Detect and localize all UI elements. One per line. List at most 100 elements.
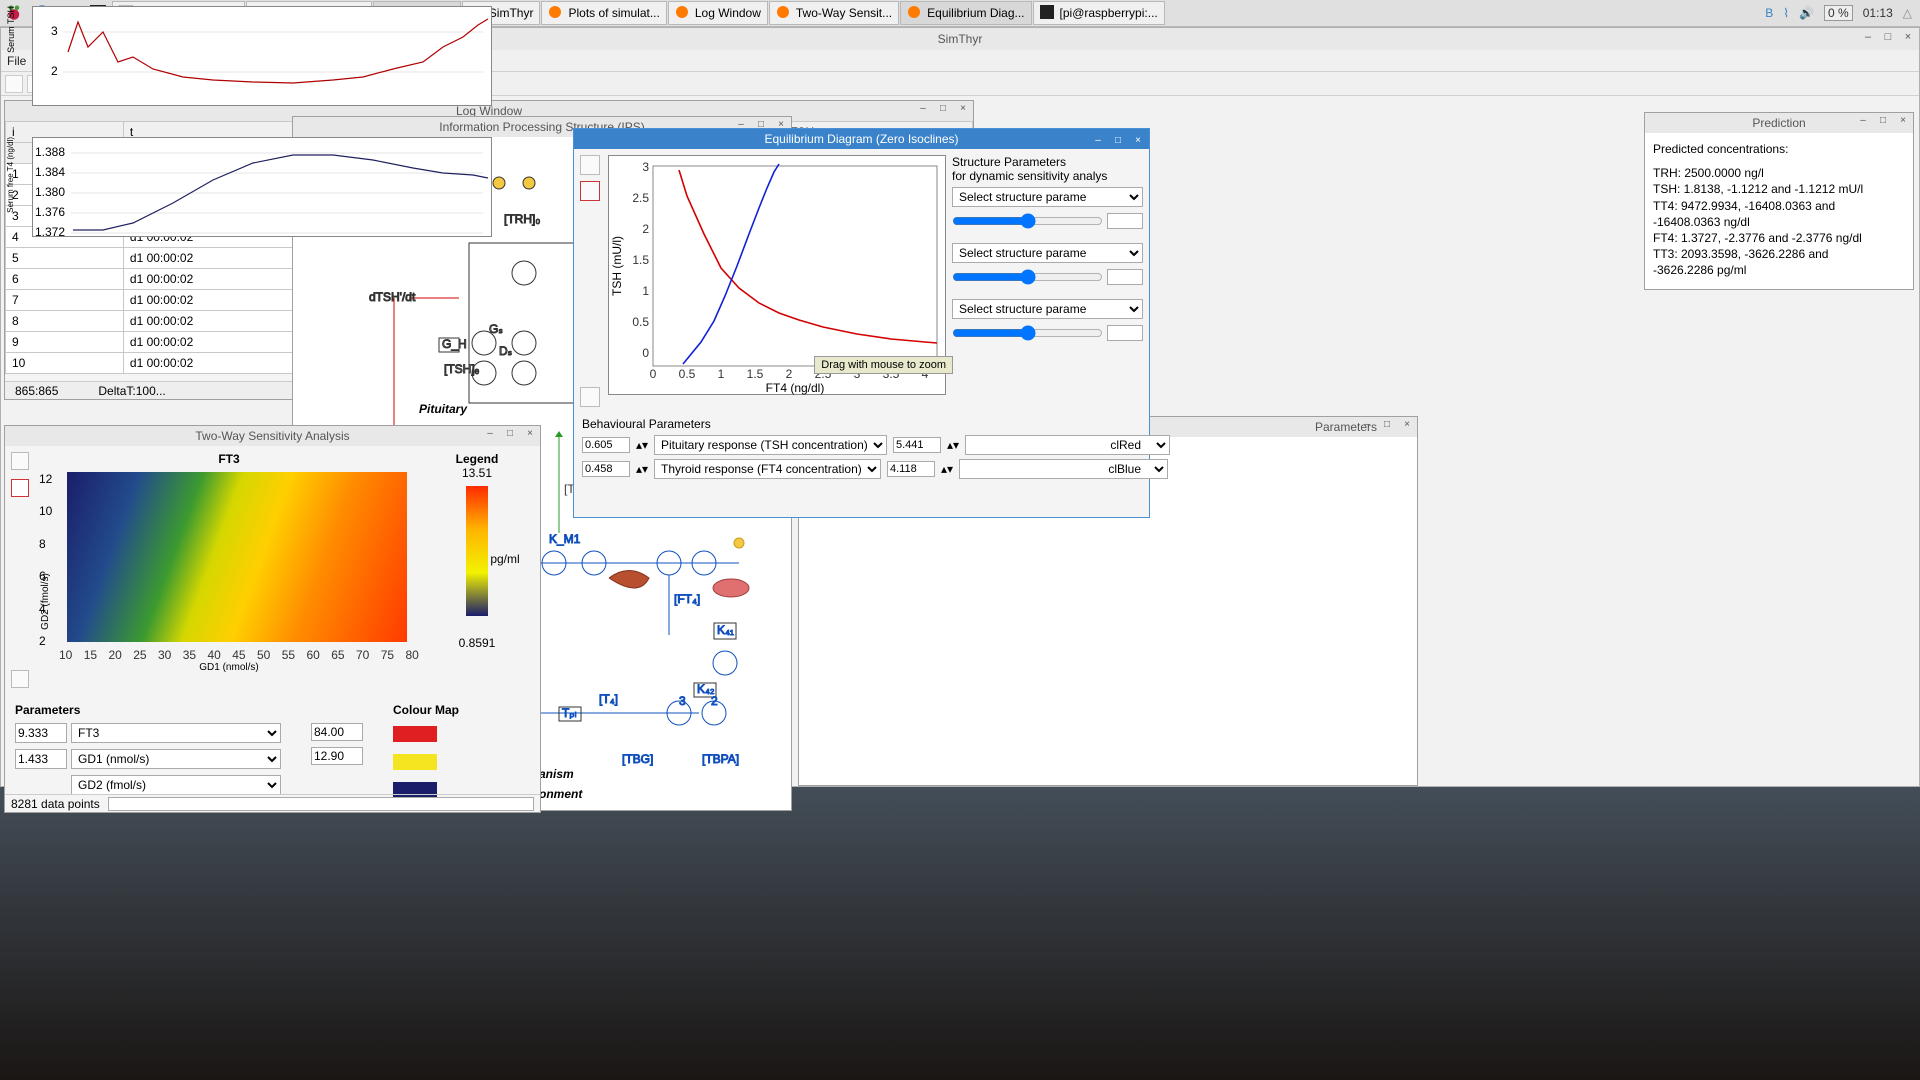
plot-ft4[interactable]: 1.3881.3841.3801.3761.372 <box>32 137 492 237</box>
maximize-icon[interactable]: □ <box>1876 114 1890 128</box>
eq-bp1-color[interactable] <box>965 435 1170 455</box>
maximize-icon[interactable]: □ <box>503 427 517 441</box>
task-log[interactable]: Log Window <box>668 1 768 25</box>
cm-top[interactable] <box>393 726 437 742</box>
minimize-icon[interactable]: – <box>1091 131 1105 145</box>
cpu-usage[interactable]: 0 % <box>1824 5 1853 21</box>
eq-struct-select-3[interactable]: Select structure parame <box>952 299 1143 319</box>
eq-tool-fit-icon[interactable] <box>580 155 600 175</box>
minimize-icon[interactable]: – <box>1360 418 1374 432</box>
svg-text:0.5: 0.5 <box>632 315 649 329</box>
tw-combo1[interactable]: FT3 <box>71 723 281 743</box>
spinner-icon[interactable]: ▴▾ <box>941 462 953 476</box>
svg-text:G_H: G_H <box>442 337 467 351</box>
plot-tsh[interactable]: 32 <box>32 6 492 106</box>
close-icon[interactable]: × <box>1896 114 1910 128</box>
tw-titlebar[interactable]: Two-Way Sensitivity Analysis –□× <box>5 426 540 446</box>
spinner-icon[interactable]: ▴▾ <box>947 438 959 452</box>
eq-struct-val-3[interactable] <box>1107 325 1143 341</box>
eq-bp1-select[interactable]: Pituitary response (TSH concentration) <box>654 435 887 455</box>
tw-tool-color-icon[interactable] <box>11 479 29 497</box>
task-twoway[interactable]: Two-Way Sensit... <box>769 1 899 25</box>
cell[interactable]: 8 <box>6 311 124 332</box>
svg-text:1.380: 1.380 <box>35 185 65 199</box>
maximize-icon[interactable]: □ <box>1380 418 1394 432</box>
tw-tool-refresh-icon[interactable] <box>11 670 29 688</box>
eq-title: Equilibrium Diagram (Zero Isoclines) <box>764 132 958 146</box>
task-terminal[interactable]: [pi@raspberrypi:... <box>1033 1 1165 25</box>
eq-struct-slider-2[interactable] <box>952 267 1103 287</box>
task-label: Two-Way Sensit... <box>796 6 892 20</box>
minimize-icon[interactable]: – <box>483 427 497 441</box>
svg-text:1.372: 1.372 <box>35 225 65 238</box>
tw-combo3[interactable]: GD2 (fmol/s) <box>71 775 281 795</box>
eq-struct-slider-3[interactable] <box>952 323 1103 343</box>
task-equilibrium[interactable]: Equilibrium Diag... <box>900 1 1031 25</box>
tw-heatmap[interactable]: FT3 12108642 101520253035404550556065707… <box>39 452 419 691</box>
maximize-icon[interactable]: □ <box>1111 131 1125 145</box>
tw-ylabel: GD2 (fmol/s) <box>40 573 51 630</box>
pred-titlebar[interactable]: Prediction –□× <box>1645 113 1913 133</box>
eq-bp2-select[interactable]: Thyroid response (FT4 concentration) <box>654 459 881 479</box>
menu-file[interactable]: File <box>7 54 26 68</box>
close-icon[interactable]: × <box>1901 30 1915 44</box>
svg-text:3: 3 <box>51 24 58 38</box>
spinner-icon[interactable]: ▴▾ <box>636 438 648 452</box>
tw-num4[interactable] <box>311 747 363 765</box>
minimize-icon[interactable]: – <box>1861 30 1875 44</box>
eq-struct-val-1[interactable] <box>1107 213 1143 229</box>
eq-titlebar[interactable]: Equilibrium Diagram (Zero Isoclines) –□ × <box>574 129 1149 149</box>
close-icon[interactable]: × <box>956 102 970 116</box>
pred-body[interactable]: Predicted concentrations: TRH: 2500.0000… <box>1645 133 1913 285</box>
clock[interactable]: 01:13 <box>1863 6 1893 20</box>
wifi-icon[interactable]: ⌇ <box>1783 6 1789 20</box>
cell[interactable]: 5 <box>6 248 124 269</box>
tw-num3[interactable] <box>311 723 363 741</box>
svg-text:K_M1: K_M1 <box>549 532 581 546</box>
eq-tool-copy-icon[interactable] <box>580 181 600 201</box>
eq-struct-val-2[interactable] <box>1107 269 1143 285</box>
task-plots[interactable]: Plots of simulat... <box>541 1 666 25</box>
eq-chart[interactable]: 32.52 1.510.50 00.511.5 22.533.54 FT4 (n… <box>608 155 946 395</box>
bluetooth-icon[interactable]: B <box>1765 6 1773 20</box>
maximize-icon[interactable]: □ <box>1881 30 1895 44</box>
eq-struct-select-2[interactable]: Select structure parame <box>952 243 1143 263</box>
tb-new-icon[interactable] <box>5 75 23 93</box>
eq-struct-slider-1[interactable] <box>952 211 1103 231</box>
log-pos: 865:865 <box>15 384 58 398</box>
spinner-icon[interactable]: ▴▾ <box>636 462 648 476</box>
tw-tool-fit-icon[interactable] <box>11 452 29 470</box>
tw-combo2[interactable]: GD1 (nmol/s) <box>71 749 281 769</box>
tw-num2[interactable] <box>15 749 67 769</box>
close-icon[interactable]: × <box>1131 131 1145 145</box>
cell[interactable]: 6 <box>6 269 124 290</box>
tw-status-input[interactable] <box>108 797 534 811</box>
minimize-icon[interactable]: – <box>916 102 930 116</box>
eq-bp2-color[interactable] <box>959 459 1168 479</box>
cell[interactable]: 7 <box>6 290 124 311</box>
eq-struct-select-1[interactable]: Select structure parame <box>952 187 1143 207</box>
svg-text:Dₛ: Dₛ <box>499 344 512 358</box>
cm-mid[interactable] <box>393 754 437 770</box>
eq-bp1-max[interactable] <box>893 437 941 453</box>
tw-num1[interactable] <box>15 723 67 743</box>
eq-tool-refresh-icon[interactable] <box>580 387 600 407</box>
plot1-ylabel: Serum TSH <box>6 6 26 53</box>
svg-text:2: 2 <box>786 367 793 381</box>
svg-text:K₄₁: K₄₁ <box>717 623 734 637</box>
eq-bp1-min[interactable] <box>582 437 630 453</box>
eq-behav-label: Behavioural Parameters <box>582 417 1141 431</box>
eq-bp2-max[interactable] <box>887 461 935 477</box>
close-icon[interactable]: × <box>1400 418 1414 432</box>
twoway-window: Two-Way Sensitivity Analysis –□× FT3 121… <box>4 425 541 813</box>
shutdown-icon[interactable]: △ <box>1903 6 1912 20</box>
cell[interactable]: 9 <box>6 332 124 353</box>
cell[interactable]: 10 <box>6 353 124 374</box>
maximize-icon[interactable]: □ <box>936 102 950 116</box>
app-title: SimThyr <box>938 32 983 46</box>
eq-bp2-min[interactable] <box>582 461 630 477</box>
volume-icon[interactable]: 🔊 <box>1799 6 1814 20</box>
equilibrium-window: Equilibrium Diagram (Zero Isoclines) –□ ×… <box>573 128 1150 518</box>
close-icon[interactable]: × <box>523 427 537 441</box>
minimize-icon[interactable]: – <box>1856 114 1870 128</box>
